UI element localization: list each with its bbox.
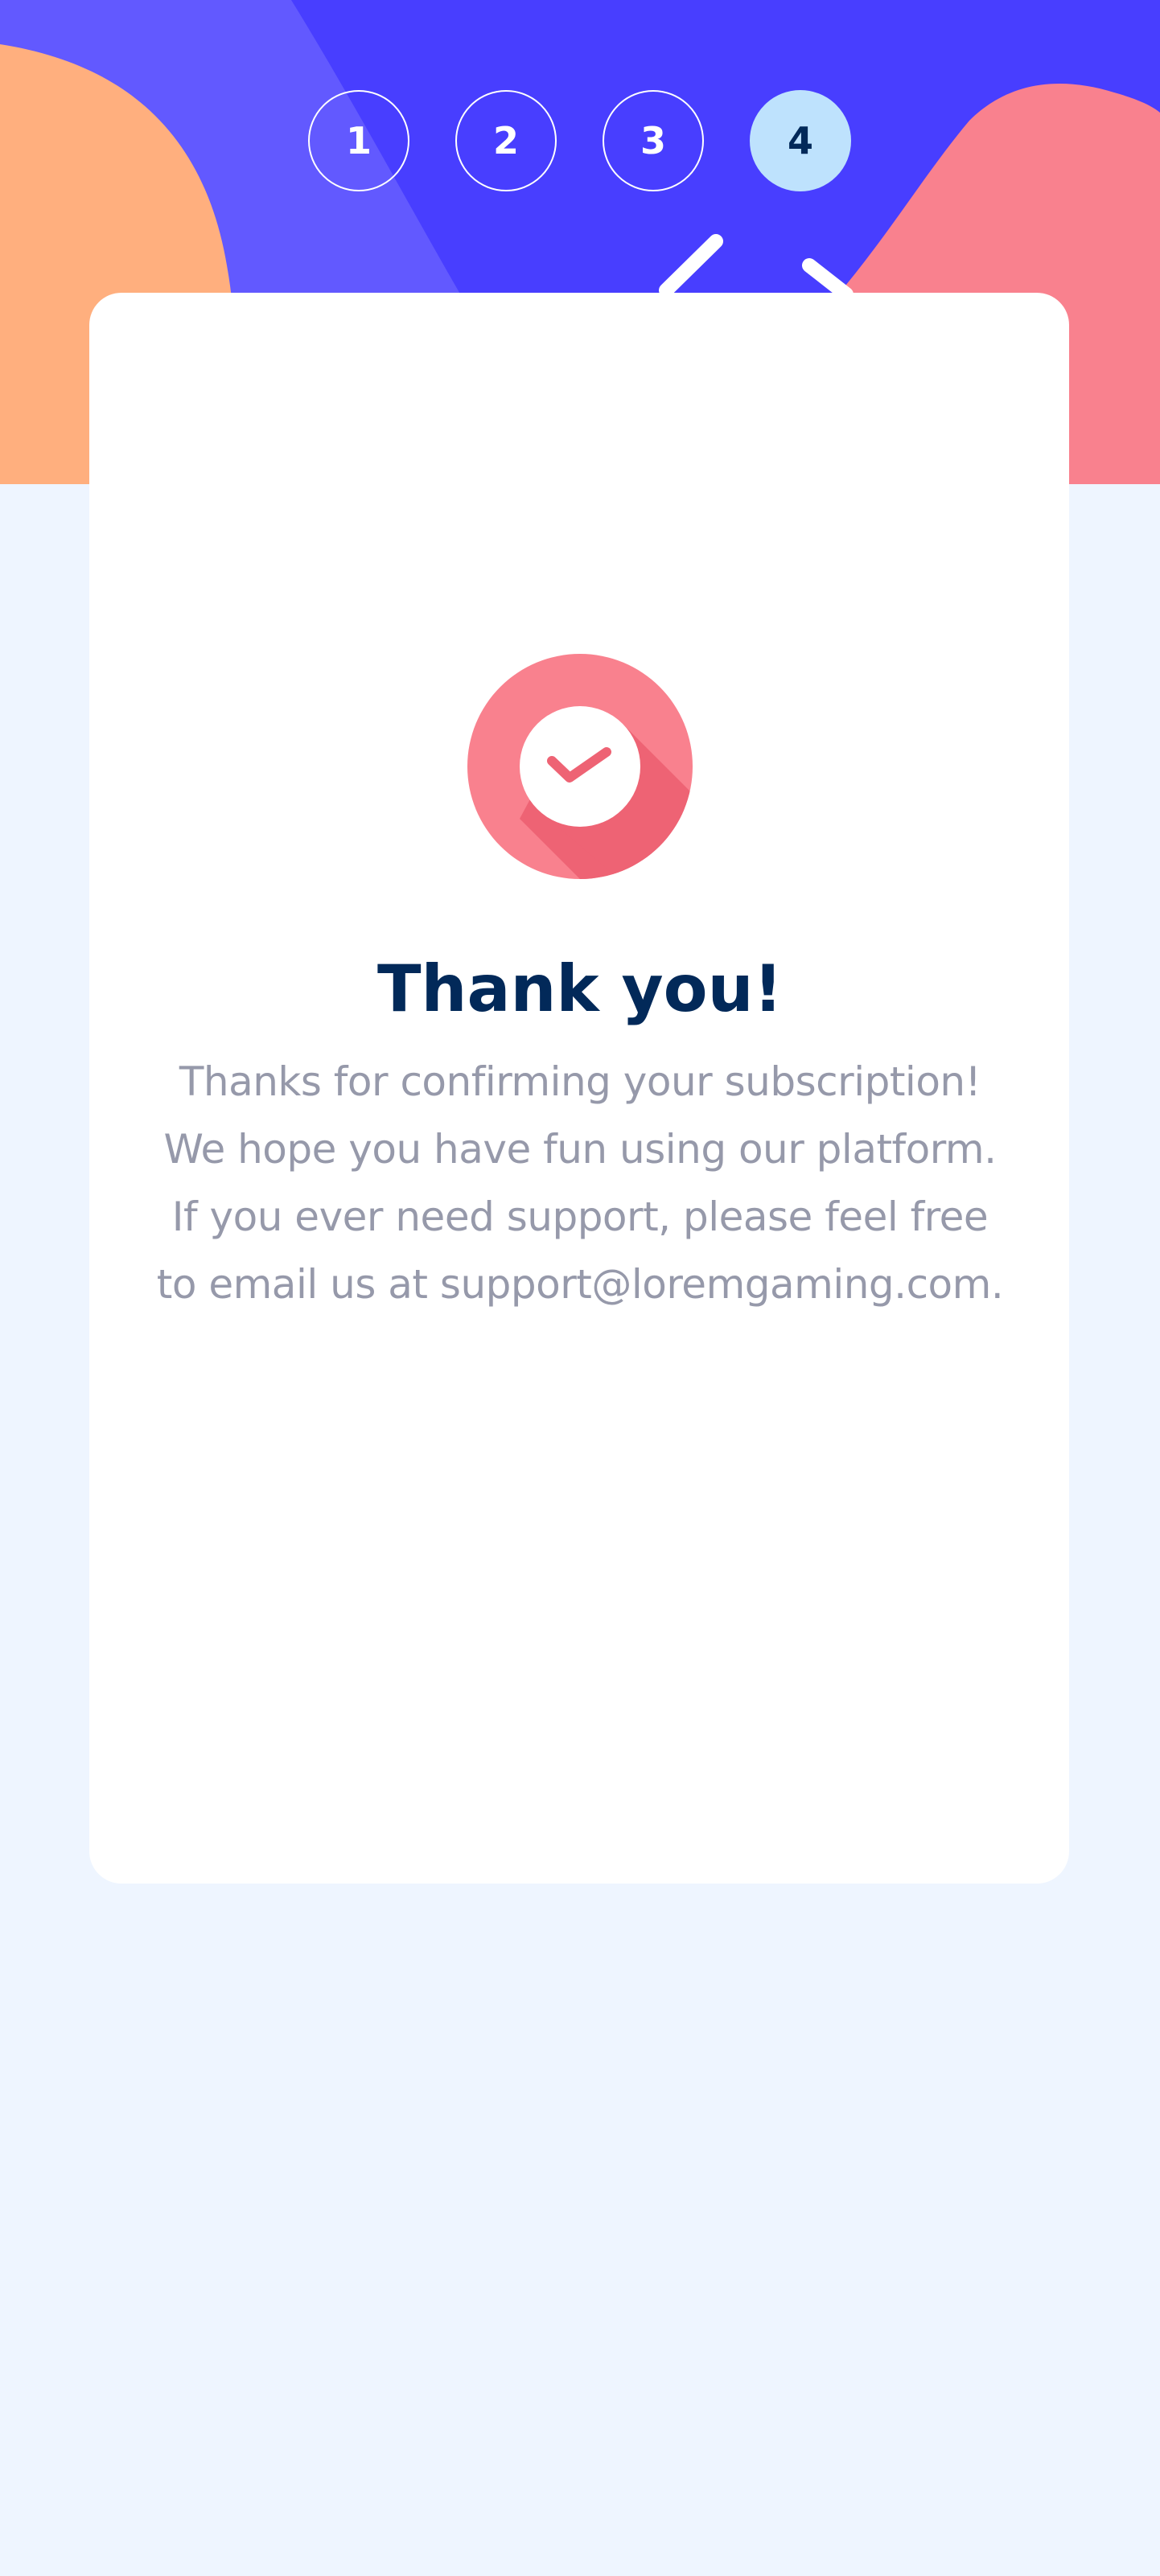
step-indicator: 1 2 3 4 — [0, 90, 1160, 191]
thank-you-title: Thank you! — [376, 951, 784, 1026]
step-4-button[interactable]: 4 — [750, 90, 851, 191]
step-3-button[interactable]: 3 — [603, 90, 704, 191]
checkmark-circle-icon — [467, 654, 693, 879]
thank-you-message: Thanks for confirming your subscription!… — [156, 1058, 1004, 1308]
step-2-button[interactable]: 2 — [455, 90, 557, 191]
step-1-button[interactable]: 1 — [308, 90, 409, 191]
